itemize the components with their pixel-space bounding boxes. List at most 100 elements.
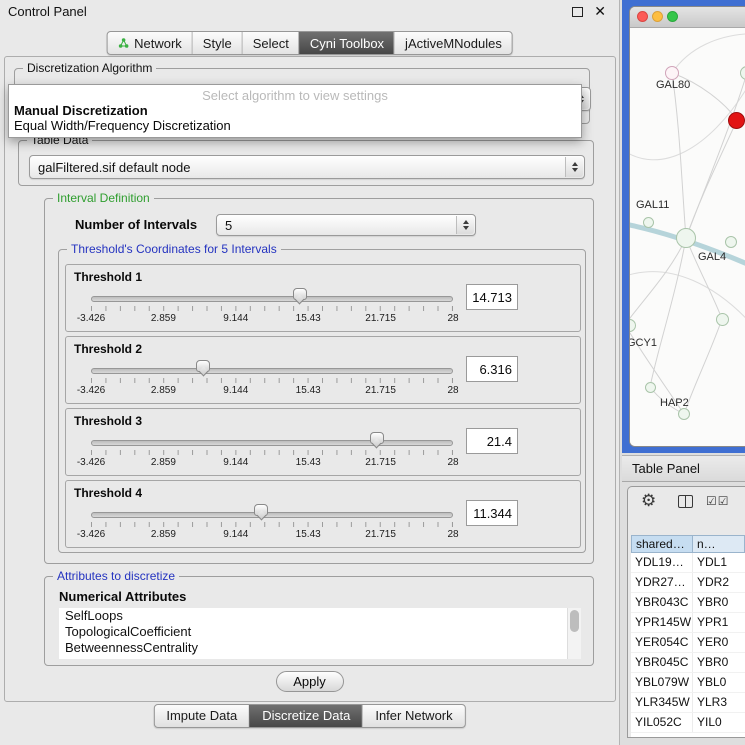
slider-thumb[interactable] bbox=[196, 360, 210, 378]
number-of-intervals-value: 5 bbox=[225, 218, 453, 233]
top-tab-bar: Network Style Select Cyni Toolbox jActiv… bbox=[106, 31, 513, 55]
tab-impute-data[interactable]: Impute Data bbox=[154, 705, 249, 727]
popup-option-equal-width-frequency[interactable]: Equal Width/Frequency Discretization bbox=[9, 118, 581, 133]
tab-network-label: Network bbox=[134, 36, 182, 51]
tick-label: 15.43 bbox=[296, 529, 321, 540]
cell-name: YDR2 bbox=[693, 573, 745, 592]
network-node[interactable] bbox=[678, 408, 690, 420]
tab-infer-network[interactable]: Infer Network bbox=[362, 705, 464, 727]
tick-label: 21.715 bbox=[365, 529, 396, 540]
close-icon[interactable]: ✕ bbox=[594, 3, 606, 20]
tick-label: 9.144 bbox=[223, 529, 248, 540]
table-row[interactable]: YPR145WYPR1 bbox=[631, 613, 745, 633]
column-header-shared-name[interactable]: shared… bbox=[631, 535, 693, 553]
tab-select[interactable]: Select bbox=[242, 32, 299, 54]
slider-thumb[interactable] bbox=[370, 432, 384, 450]
table-row[interactable]: YBR045CYBR0 bbox=[631, 653, 745, 673]
apply-button[interactable]: Apply bbox=[276, 671, 344, 692]
network-node[interactable] bbox=[725, 236, 737, 248]
slider-thumb[interactable] bbox=[254, 504, 268, 522]
network-view-frame: GAL80 GAL11 GAL4 GCY1 HAP2 bbox=[622, 0, 745, 453]
threshold-4-value-field[interactable]: 11.344 bbox=[466, 500, 518, 526]
columns-icon[interactable] bbox=[678, 495, 693, 508]
network-node[interactable] bbox=[645, 382, 656, 393]
network-node[interactable] bbox=[716, 313, 729, 326]
number-of-intervals-combo[interactable]: 5 bbox=[216, 214, 476, 236]
cell-shared-name: YDR27… bbox=[631, 573, 693, 592]
network-canvas[interactable]: GAL80 GAL11 GAL4 GCY1 HAP2 bbox=[630, 28, 745, 446]
cell-shared-name: YBR045C bbox=[631, 653, 693, 672]
threshold-1-slider[interactable]: -3.426 2.859 9.144 15.43 21.715 28 bbox=[91, 286, 453, 328]
threshold-2-slider[interactable]: -3.426 2.859 9.144 15.43 21.715 28 bbox=[91, 358, 453, 400]
slider-track[interactable] bbox=[91, 440, 453, 446]
slider-track[interactable] bbox=[91, 296, 453, 302]
tick-label: 9.144 bbox=[223, 385, 248, 396]
threshold-3-slider[interactable]: -3.426 2.859 9.144 15.43 21.715 28 bbox=[91, 430, 453, 472]
table-data-group: Table Data galFiltered.sif default node bbox=[18, 140, 594, 186]
threshold-label: Threshold 3 bbox=[74, 414, 142, 428]
threshold-2-box: Threshold 2 -3.426 2.859 9.144 15.43 21.… bbox=[65, 336, 581, 404]
popup-hint: Select algorithm to view settings bbox=[9, 88, 581, 103]
slider-track[interactable] bbox=[91, 368, 453, 374]
close-traffic-light-icon[interactable] bbox=[637, 11, 648, 22]
column-header-name[interactable]: n… bbox=[693, 535, 745, 553]
tab-discretize-data[interactable]: Discretize Data bbox=[249, 705, 362, 727]
table-data-combo[interactable]: galFiltered.sif default node bbox=[29, 155, 585, 179]
network-node[interactable] bbox=[665, 66, 679, 80]
threshold-4-slider[interactable]: -3.426 2.859 9.144 15.43 21.715 28 bbox=[91, 502, 453, 544]
panel-title: Control Panel bbox=[8, 4, 87, 19]
tab-network[interactable]: Network bbox=[107, 32, 192, 54]
tab-jactivemnodules[interactable]: jActiveMNodules bbox=[394, 32, 512, 54]
cell-name: YBR0 bbox=[693, 653, 745, 672]
slider-track[interactable] bbox=[91, 512, 453, 518]
table-row[interactable]: YER054CYER0 bbox=[631, 633, 745, 653]
threshold-label: Threshold 2 bbox=[74, 342, 142, 356]
table-panel-header: Table Panel bbox=[622, 455, 745, 482]
control-panel: Control Panel ✕ Network Style Select Cyn… bbox=[0, 0, 620, 745]
slider-ruler bbox=[91, 378, 453, 383]
threshold-3-value-field[interactable]: 21.4 bbox=[466, 428, 518, 454]
numerical-attributes-list[interactable]: SelfLoops TopologicalCoefficient Between… bbox=[59, 608, 581, 659]
combo-stepper-icon bbox=[565, 157, 583, 177]
cell-name: YPR1 bbox=[693, 613, 745, 632]
list-item[interactable]: TopologicalCoefficient bbox=[59, 624, 581, 640]
scrollbar[interactable] bbox=[567, 608, 581, 659]
list-item[interactable]: BetweennessCentrality bbox=[59, 640, 581, 656]
tab-style[interactable]: Style bbox=[192, 32, 242, 54]
network-node-label: GAL80 bbox=[656, 79, 690, 91]
network-node[interactable] bbox=[643, 217, 654, 228]
group-label: Interval Definition bbox=[53, 191, 154, 205]
cell-shared-name: YBL079W bbox=[631, 673, 693, 692]
tick-label: -3.426 bbox=[77, 457, 105, 468]
threshold-label: Threshold 4 bbox=[74, 486, 142, 500]
algorithm-dropdown-popup: Select algorithm to view settings Manual… bbox=[8, 84, 582, 138]
zoom-traffic-light-icon[interactable] bbox=[667, 11, 678, 22]
table-panel-title: Table Panel bbox=[632, 461, 700, 476]
tick-label: 21.715 bbox=[365, 313, 396, 324]
tick-label: -3.426 bbox=[77, 385, 105, 396]
scrollbar-thumb[interactable] bbox=[570, 610, 579, 632]
network-node[interactable] bbox=[676, 228, 696, 248]
tick-label: 2.859 bbox=[151, 385, 176, 396]
tab-cyni-toolbox[interactable]: Cyni Toolbox bbox=[299, 32, 394, 54]
table-row[interactable]: YBR043CYBR0 bbox=[631, 593, 745, 613]
tick-label: -3.426 bbox=[77, 313, 105, 324]
table-row[interactable]: YDL19…YDL1 bbox=[631, 553, 745, 573]
tick-label: -3.426 bbox=[77, 529, 105, 540]
select-columns-icon[interactable]: ☑☑ bbox=[706, 494, 730, 508]
network-node[interactable] bbox=[728, 112, 745, 129]
table-row[interactable]: YIL052CYIL0 bbox=[631, 713, 745, 733]
slider-thumb[interactable] bbox=[293, 288, 307, 306]
gear-icon[interactable]: ⚙ bbox=[641, 491, 656, 511]
table-row[interactable]: YDR27…YDR2 bbox=[631, 573, 745, 593]
float-window-icon[interactable] bbox=[572, 7, 583, 17]
threshold-1-value-field[interactable]: 14.713 bbox=[466, 284, 518, 310]
threshold-2-value-field[interactable]: 6.316 bbox=[466, 356, 518, 382]
popup-option-manual-discretization[interactable]: Manual Discretization bbox=[9, 103, 581, 118]
minimize-traffic-light-icon[interactable] bbox=[652, 11, 663, 22]
table-row[interactable]: YBL079WYBL0 bbox=[631, 673, 745, 693]
table-panel-window: ⚙ ☑☑ shared… n… YDL19…YDL1 YDR27…YDR2 YB… bbox=[627, 486, 745, 738]
network-icon bbox=[117, 37, 129, 49]
table-row[interactable]: YLR345WYLR3 bbox=[631, 693, 745, 713]
list-item[interactable]: SelfLoops bbox=[59, 608, 581, 624]
